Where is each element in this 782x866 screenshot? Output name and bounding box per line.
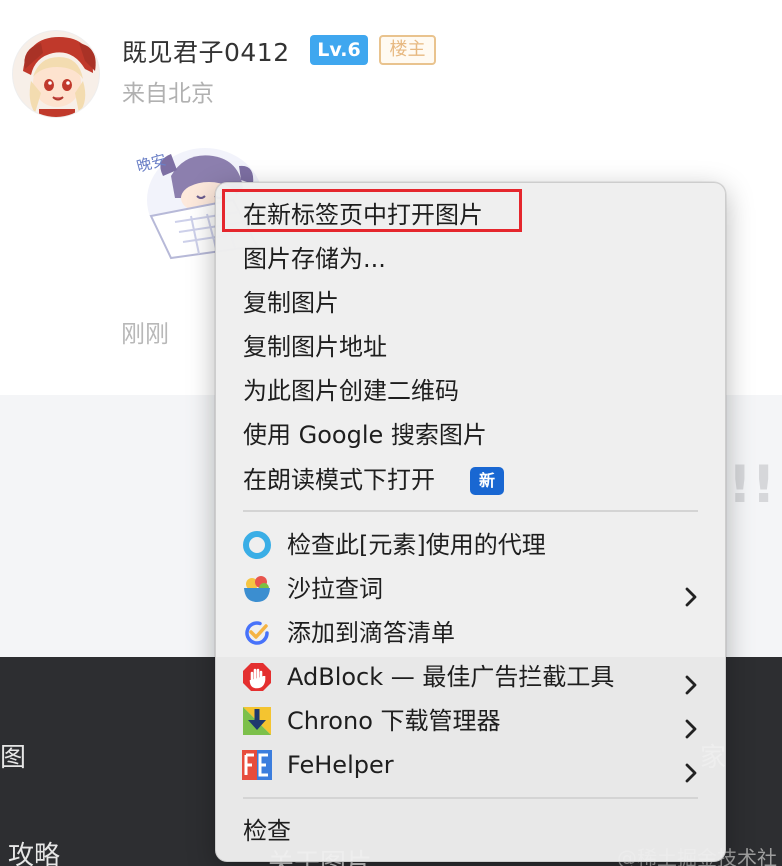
menu-item-label: 复制图片 [243, 289, 339, 317]
image-context-menu: 在新标签页中打开图片 图片存储为... 复制图片 复制图片地址 为此图片创建二维… [215, 182, 726, 862]
menu-item-label: AdBlock — 最佳广告拦截工具 [287, 663, 615, 691]
menu-separator [243, 510, 698, 512]
chrono-download-icon [242, 706, 272, 736]
user-avatar[interactable] [12, 30, 100, 118]
background-glyph: !! [728, 455, 776, 515]
proxy-ring-icon [242, 530, 272, 560]
menu-inspect[interactable]: 检查 [216, 809, 725, 853]
menu-item-label: 复制图片地址 [243, 333, 387, 361]
menu-item-label: 为此图片创建二维码 [243, 377, 459, 405]
level-badge: Lv.6 [310, 35, 368, 65]
new-badge: 新 [470, 467, 504, 495]
background-text-left: 图 [0, 743, 27, 773]
menu-fehelper[interactable]: FeHelper [216, 743, 725, 787]
menu-save-image-as[interactable]: 图片存储为... [216, 237, 725, 281]
menu-check-element-proxy[interactable]: 检查此[元素]使用的代理 [216, 523, 725, 567]
menu-create-qr-code[interactable]: 为此图片创建二维码 [216, 369, 725, 413]
menu-item-label: 检查 [243, 817, 291, 845]
menu-adblock[interactable]: AdBlock — 最佳广告拦截工具 [216, 655, 725, 699]
owner-badge: 楼主 [379, 35, 436, 65]
menu-open-reading-mode[interactable]: 在朗读模式下打开 新 [216, 458, 725, 502]
menu-search-image-google[interactable]: 使用 Google 搜索图片 [216, 413, 725, 457]
post-username[interactable]: 既见君子0412 [122, 33, 290, 69]
chevron-right-icon [684, 666, 698, 695]
fehelper-icon [242, 750, 272, 780]
post-time: 刚刚 [121, 320, 169, 348]
menu-item-label: 使用 Google 搜索图片 [243, 421, 487, 449]
menu-item-label: Chrono 下载管理器 [287, 707, 501, 735]
menu-saladict[interactable]: 沙拉查词 [216, 567, 725, 611]
menu-item-label: 检查此[元素]使用的代理 [287, 531, 546, 559]
highlight-annotation-box [222, 189, 522, 232]
chevron-right-icon [684, 710, 698, 739]
salad-bowl-icon [242, 574, 272, 604]
ticktick-check-icon [242, 618, 272, 648]
menu-separator [243, 797, 698, 799]
footer-link-strategy[interactable]: 攻略 [8, 835, 60, 866]
menu-item-label: 沙拉查词 [287, 575, 383, 603]
post-location: 来自北京 [122, 81, 214, 107]
menu-item-label: FeHelper [287, 751, 394, 779]
menu-item-label: 在朗读模式下打开 [243, 466, 435, 494]
adblock-hand-icon [242, 662, 272, 692]
chevron-right-icon [684, 754, 698, 783]
menu-copy-image-address[interactable]: 复制图片地址 [216, 325, 725, 369]
menu-copy-image[interactable]: 复制图片 [216, 281, 725, 325]
chevron-right-icon [684, 578, 698, 607]
menu-item-label: 图片存储为... [243, 245, 386, 273]
menu-chrono-download[interactable]: Chrono 下载管理器 [216, 699, 725, 743]
menu-item-label: 添加到滴答清单 [287, 619, 455, 647]
menu-add-to-ticktick[interactable]: 添加到滴答清单 [216, 611, 725, 655]
